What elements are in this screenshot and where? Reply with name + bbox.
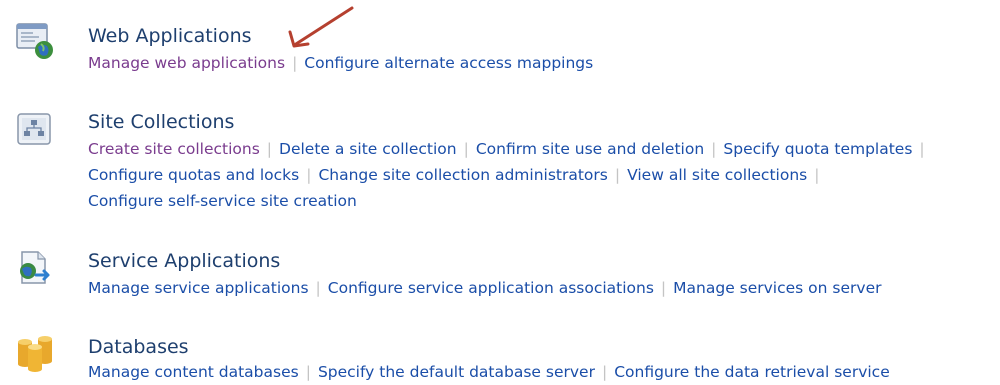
separator: | — [305, 363, 311, 381]
specify-quota-templates-link[interactable]: Specify quota templates — [723, 140, 912, 158]
section-title[interactable]: Web Applications — [88, 24, 252, 48]
create-site-collections-link[interactable]: Create site collections — [88, 140, 260, 158]
manage-content-databases-link[interactable]: Manage content databases — [88, 363, 299, 381]
link-line: Manage service applications | Configure se… — [88, 277, 881, 299]
confirm-site-use-link[interactable]: Confirm site use and deletion — [476, 140, 704, 158]
separator: | — [463, 140, 469, 158]
annotation-arrow-icon — [288, 6, 354, 48]
change-site-collection-administrators-link[interactable]: Change site collection administrators — [318, 166, 607, 184]
site-hierarchy-icon[interactable] — [14, 110, 56, 152]
configure-data-retrieval-service-link[interactable]: Configure the data retrieval service — [614, 363, 890, 381]
separator: | — [266, 140, 273, 158]
separator: | — [601, 363, 608, 381]
separator: | — [711, 140, 717, 158]
separator: | — [814, 166, 820, 184]
link-line: Configure self-service site creation — [88, 190, 357, 212]
web-application-globe-icon[interactable] — [14, 20, 56, 62]
section-title[interactable]: Service Applications — [88, 249, 280, 273]
configure-alternate-access-mappings-link[interactable]: Configure alternate access mappings — [304, 54, 593, 72]
configure-quotas-and-locks-link[interactable]: Configure quotas and locks — [88, 166, 299, 184]
separator: | — [614, 166, 621, 184]
link-line: Manage content databases | Specify the def… — [88, 361, 890, 383]
link-line: Create site collections | Delete a site co… — [88, 138, 925, 160]
separator: | — [919, 140, 925, 158]
manage-web-applications-link[interactable]: Manage web applications — [88, 54, 285, 72]
separator: | — [292, 54, 298, 72]
separator: | — [306, 166, 312, 184]
configure-self-service-site-creation-link[interactable]: Configure self-service site creation — [88, 192, 357, 210]
delete-site-collection-link[interactable]: Delete a site collection — [279, 140, 457, 158]
service-application-icon[interactable] — [14, 249, 56, 291]
manage-service-applications-link[interactable]: Manage service applications — [88, 279, 309, 297]
separator: | — [315, 279, 321, 297]
link-line: Manage web applications | Configure altern… — [88, 52, 593, 74]
separator: | — [660, 279, 667, 297]
database-cylinders-icon[interactable] — [14, 333, 56, 375]
section-title[interactable]: Databases — [88, 335, 189, 359]
manage-services-on-server-link[interactable]: Manage services on server — [673, 279, 881, 297]
configure-service-application-associations-link[interactable]: Configure service application associatio… — [328, 279, 654, 297]
link-line: Configure quotas and locks | Change site c… — [88, 164, 826, 186]
section-title[interactable]: Site Collections — [88, 110, 234, 134]
view-all-site-collections-link[interactable]: View all site collections — [627, 166, 807, 184]
specify-default-database-server-link[interactable]: Specify the default database server — [318, 363, 595, 381]
